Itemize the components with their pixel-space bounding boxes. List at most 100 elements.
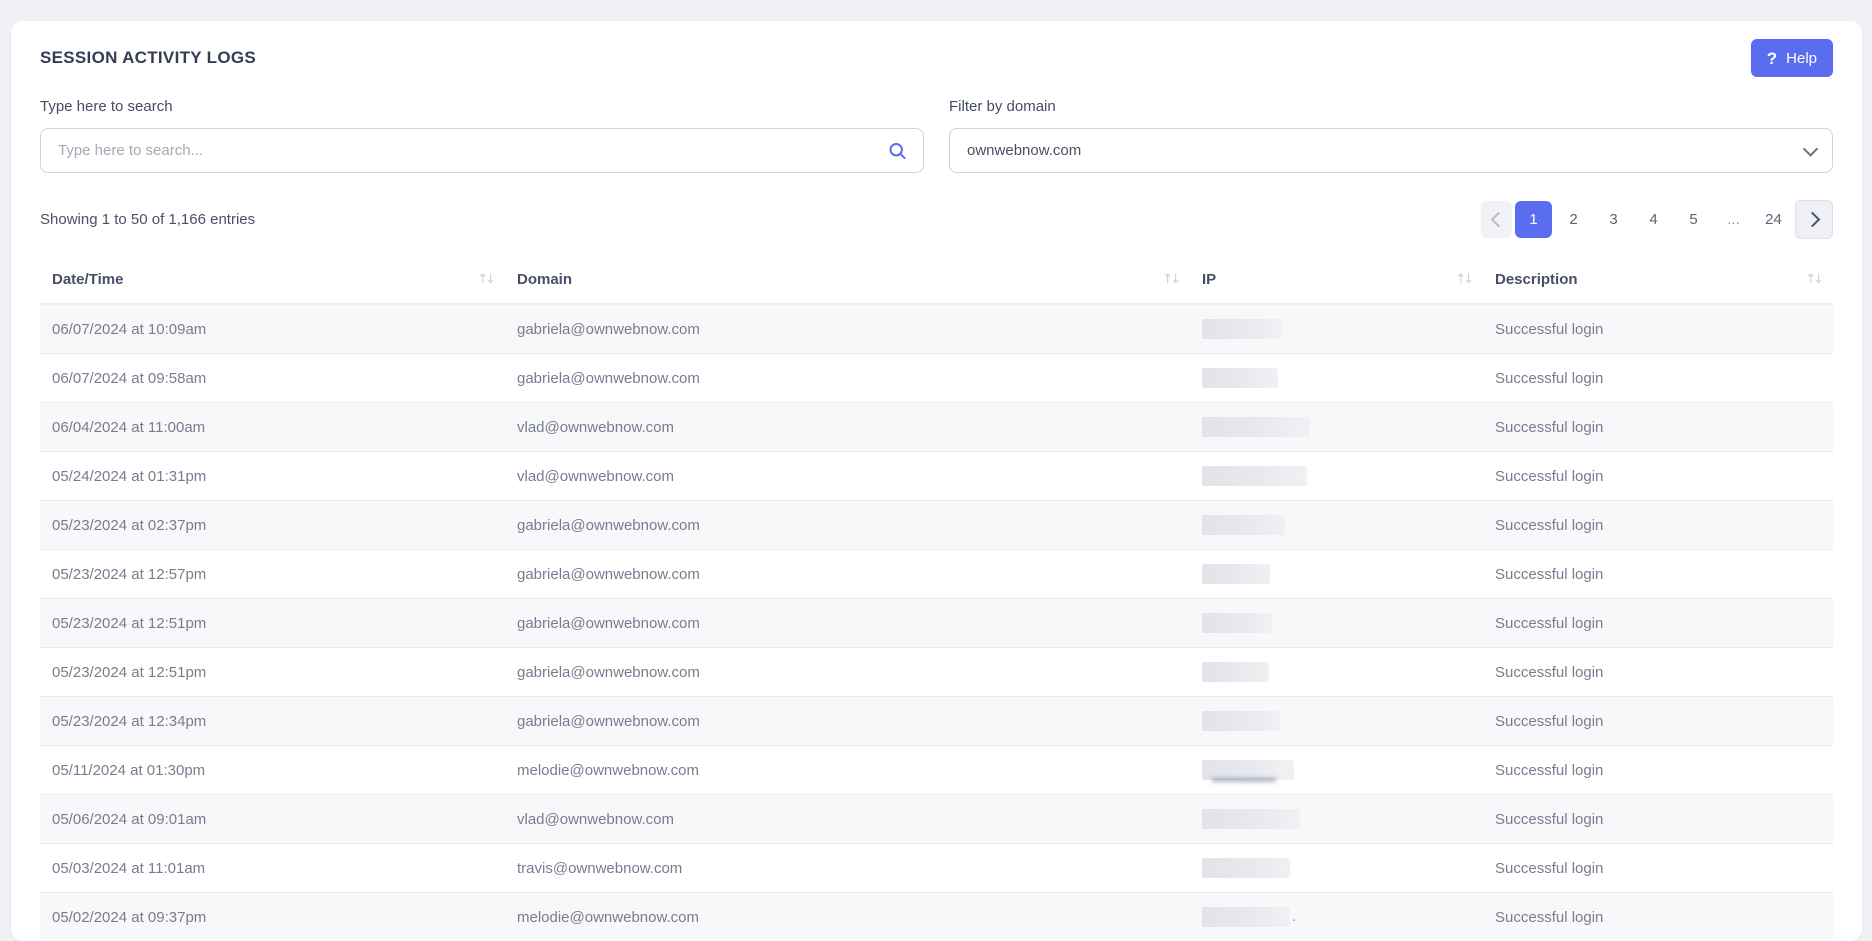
help-button[interactable]: ? Help	[1751, 39, 1833, 77]
cell-domain: gabriela@ownwebnow.com	[505, 648, 1190, 697]
search-icon[interactable]	[888, 141, 907, 160]
table-row: 06/07/2024 at 09:58am gabriela@ownwebnow…	[40, 354, 1833, 403]
cell-description: Successful login	[1483, 354, 1833, 403]
table-row: 05/23/2024 at 02:37pm gabriela@ownwebnow…	[40, 501, 1833, 550]
ip-redacted-wrap	[1202, 760, 1294, 780]
chevron-right-icon	[1805, 211, 1821, 227]
ip-redacted-wrap	[1202, 466, 1307, 486]
table-row: 05/02/2024 at 09:37pm melodie@ownwebnow.…	[40, 893, 1833, 941]
cell-ip: .	[1190, 795, 1483, 844]
pagination-page-24[interactable]: 24	[1755, 201, 1792, 238]
cell-domain: gabriela@ownwebnow.com	[505, 304, 1190, 354]
cell-description: Successful login	[1483, 403, 1833, 452]
ip-redacted-wrap	[1202, 809, 1300, 829]
sort-arrows-icon[interactable]: ↑↓	[477, 272, 497, 287]
cell-description: Successful login	[1483, 844, 1833, 893]
table-row: 05/23/2024 at 12:34pm gabriela@ownwebnow…	[40, 697, 1833, 746]
table-row: 06/04/2024 at 11:00am vlad@ownwebnow.com…	[40, 403, 1833, 452]
cell-ip: .	[1190, 403, 1483, 452]
cell-datetime: 05/23/2024 at 02:37pm	[40, 501, 505, 550]
search-field-group: Type here to search	[40, 98, 924, 173]
cell-description: Successful login	[1483, 304, 1833, 354]
chevron-left-icon	[1490, 211, 1506, 227]
cell-description: Successful login	[1483, 697, 1833, 746]
cell-ip: .	[1190, 452, 1483, 501]
ip-redacted-wrap	[1202, 662, 1269, 682]
ip-redacted-box	[1202, 564, 1270, 584]
pagination-prev-button[interactable]	[1481, 201, 1512, 238]
domain-filter-group: Filter by domain ownwebnow.com	[949, 98, 1833, 173]
cell-domain: vlad@ownwebnow.com	[505, 795, 1190, 844]
cell-description: Successful login	[1483, 599, 1833, 648]
question-mark-icon: ?	[1767, 50, 1777, 67]
pagination-page-3[interactable]: 3	[1595, 201, 1632, 238]
session-log-table: Date/Time ↑↓ Domain ↑↓ IP ↑↓ Description…	[40, 255, 1833, 941]
cell-domain: gabriela@ownwebnow.com	[505, 599, 1190, 648]
cell-description: Successful login	[1483, 893, 1833, 941]
cell-domain: travis@ownwebnow.com	[505, 844, 1190, 893]
cell-datetime: 05/23/2024 at 12:57pm	[40, 550, 505, 599]
cell-domain: gabriela@ownwebnow.com	[505, 354, 1190, 403]
domain-select-value: ownwebnow.com	[967, 142, 1081, 159]
cell-domain: melodie@ownwebnow.com	[505, 893, 1190, 941]
pagination-next-button[interactable]	[1795, 200, 1833, 239]
ip-redacted-box	[1202, 417, 1310, 437]
cell-ip: .	[1190, 304, 1483, 354]
log-table-body: 06/07/2024 at 10:09am gabriela@ownwebnow…	[40, 304, 1833, 941]
cell-domain: gabriela@ownwebnow.com	[505, 697, 1190, 746]
search-input-wrap	[40, 128, 924, 173]
table-row: 06/07/2024 at 10:09am gabriela@ownwebnow…	[40, 304, 1833, 354]
ip-redacted-wrap	[1202, 319, 1282, 339]
cell-description: Successful login	[1483, 452, 1833, 501]
search-input[interactable]	[40, 128, 924, 173]
pagination-page-2[interactable]: 2	[1555, 201, 1592, 238]
cell-ip: .	[1190, 746, 1483, 795]
cell-description: Successful login	[1483, 501, 1833, 550]
table-row: 05/23/2024 at 12:57pm gabriela@ownwebnow…	[40, 550, 1833, 599]
table-row: 05/06/2024 at 09:01am vlad@ownwebnow.com…	[40, 795, 1833, 844]
table-meta-row: Showing 1 to 50 of 1,166 entries 12345..…	[40, 200, 1833, 238]
cell-description: Successful login	[1483, 795, 1833, 844]
ip-redacted-box	[1202, 711, 1280, 731]
table-row: 05/24/2024 at 01:31pm vlad@ownwebnow.com…	[40, 452, 1833, 501]
cell-domain: gabriela@ownwebnow.com	[505, 501, 1190, 550]
ip-redacted-wrap	[1202, 613, 1272, 633]
ip-redacted-wrap	[1202, 907, 1290, 927]
pagination-page-5[interactable]: 5	[1675, 201, 1712, 238]
card-header: SESSION ACTIVITY LOGS ? Help	[40, 21, 1833, 79]
pagination-page-4[interactable]: 4	[1635, 201, 1672, 238]
help-button-label: Help	[1786, 50, 1817, 67]
ip-redacted-box	[1202, 760, 1294, 780]
column-header-description[interactable]: Description ↑↓	[1483, 255, 1833, 304]
cell-datetime: 05/06/2024 at 09:01am	[40, 795, 505, 844]
column-header-ip[interactable]: IP ↑↓	[1190, 255, 1483, 304]
ip-redacted-box	[1202, 662, 1269, 682]
column-header-datetime[interactable]: Date/Time ↑↓	[40, 255, 505, 304]
table-header-row: Date/Time ↑↓ Domain ↑↓ IP ↑↓ Description…	[40, 255, 1833, 304]
cell-datetime: 05/03/2024 at 11:01am	[40, 844, 505, 893]
sort-arrows-icon[interactable]: ↑↓	[1805, 272, 1825, 287]
ip-redacted-wrap	[1202, 858, 1290, 878]
ip-redacted-wrap	[1202, 368, 1278, 388]
cell-ip: .	[1190, 550, 1483, 599]
ip-redacted-box	[1202, 515, 1285, 535]
cell-datetime: 05/23/2024 at 12:51pm	[40, 599, 505, 648]
sort-arrows-icon[interactable]: ↑↓	[1455, 272, 1475, 287]
pagination-ellipsis: ...	[1715, 201, 1752, 238]
cell-datetime: 05/23/2024 at 12:34pm	[40, 697, 505, 746]
cell-datetime: 05/23/2024 at 12:51pm	[40, 648, 505, 697]
column-header-domain[interactable]: Domain ↑↓	[505, 255, 1190, 304]
pagination-page-1[interactable]: 1	[1515, 201, 1552, 238]
table-row: 05/03/2024 at 11:01am travis@ownwebnow.c…	[40, 844, 1833, 893]
cell-datetime: 06/07/2024 at 09:58am	[40, 354, 505, 403]
cell-ip: .	[1190, 844, 1483, 893]
cell-description: Successful login	[1483, 648, 1833, 697]
filters-row: Type here to search Filter by domain own…	[40, 98, 1833, 173]
cell-datetime: 06/07/2024 at 10:09am	[40, 304, 505, 354]
cell-domain: melodie@ownwebnow.com	[505, 746, 1190, 795]
sort-arrows-icon[interactable]: ↑↓	[1162, 272, 1182, 287]
page-title: SESSION ACTIVITY LOGS	[40, 48, 256, 68]
chevron-down-icon	[1805, 147, 1816, 154]
domain-select[interactable]: ownwebnow.com	[949, 128, 1833, 173]
cell-datetime: 06/04/2024 at 11:00am	[40, 403, 505, 452]
